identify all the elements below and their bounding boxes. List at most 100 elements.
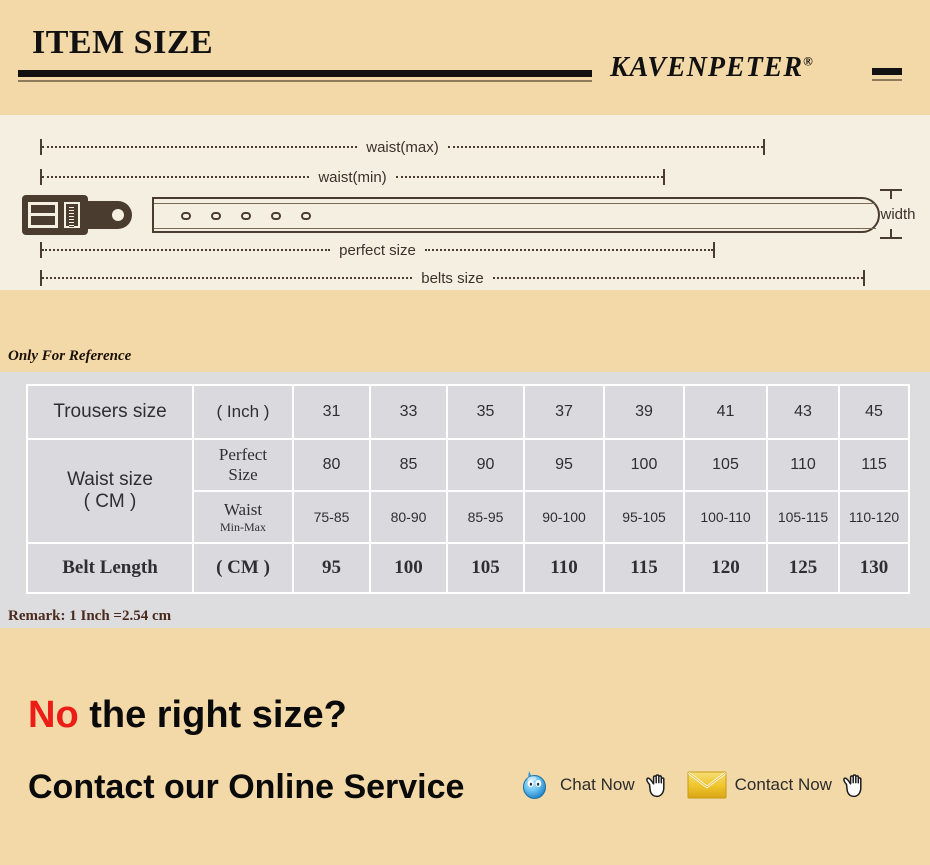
- width-stem-bottom: [890, 229, 892, 237]
- page-header: ITEM SIZE KAVENPETER®: [0, 0, 930, 110]
- row-unit-cm: ( CM ): [192, 542, 294, 594]
- chat-now-button[interactable]: Chat Now: [518, 768, 671, 802]
- size-chart-table: Trousers size ( Inch ) 31 33 35 37 39 41…: [26, 384, 910, 594]
- contact-now-label: Contact Now: [734, 775, 832, 794]
- row-unit-perfect-size: Perfect Size: [192, 438, 294, 492]
- cell-perfect-7: 115: [838, 438, 910, 492]
- dimension-belts-size: belts size: [40, 268, 865, 288]
- brand-logo: KAVENPETER®: [610, 52, 813, 84]
- question-rest: the right size?: [78, 694, 347, 736]
- page-title: ITEM SIZE: [32, 24, 214, 61]
- brand-name: KAVENPETER: [610, 52, 804, 83]
- width-tick-bottom: [880, 237, 902, 239]
- service-buttons: Chat Now Contact Now: [518, 768, 884, 802]
- width-stem-top: [890, 191, 892, 199]
- cell-trousers-7: 45: [838, 384, 910, 440]
- cell-belt-length-4: 115: [603, 542, 685, 594]
- contact-section: No the right size? Contact our Online Se…: [0, 640, 930, 865]
- table-row: Trousers size ( Inch ) 31 33 35 37 39 41…: [26, 384, 910, 440]
- cell-belt-length-1: 100: [369, 542, 448, 594]
- cell-perfect-2: 90: [446, 438, 525, 492]
- cell-waist-range-5: 100-110: [683, 490, 768, 544]
- cell-trousers-0: 31: [292, 384, 371, 440]
- cell-trousers-5: 41: [683, 384, 768, 440]
- pointing-hand-cursor-icon: [840, 770, 868, 800]
- row-header-waist-size: Waist size ( CM ): [26, 438, 194, 544]
- pointing-hand-cursor-icon: [643, 770, 671, 800]
- dimension-waist-max: waist(max): [40, 137, 766, 157]
- header-rule-thin: [18, 80, 592, 82]
- dimension-dotted-line-left: [42, 277, 413, 279]
- question-highlight: No: [28, 694, 79, 736]
- belt-buckle-eyelet: [112, 209, 124, 221]
- cell-perfect-4: 100: [603, 438, 685, 492]
- cell-belt-length-6: 125: [766, 542, 840, 594]
- cell-trousers-6: 43: [766, 384, 840, 440]
- cell-waist-range-1: 80-90: [369, 490, 448, 544]
- belt-measurement-diagram: waist(max) waist(min) perfect size belts…: [0, 115, 930, 290]
- brand-rule-thin: [872, 79, 902, 81]
- cell-perfect-5: 105: [683, 438, 768, 492]
- contact-cta-text: Contact our Online Service: [28, 768, 465, 806]
- row-header-belt-length: Belt Length: [26, 542, 194, 594]
- dimension-end-cap-right: [713, 242, 716, 258]
- belt-buckle-tongue: [84, 201, 132, 229]
- belt-buckle: [22, 195, 88, 235]
- belt-illustration: [22, 195, 880, 235]
- dimension-label-belts-size: belts size: [421, 269, 484, 287]
- belt-hole: [211, 212, 221, 220]
- dimension-dotted-line-left: [42, 146, 358, 148]
- dimension-label-perfect-size: perfect size: [339, 241, 416, 259]
- dimension-dotted-line-right: [395, 176, 663, 178]
- cell-waist-range-6: 105-115: [766, 490, 840, 544]
- waist-size-line2: ( CM ): [83, 491, 137, 512]
- dimension-label-width: width: [880, 206, 916, 223]
- dimension-label-waist-min: waist(min): [318, 168, 387, 186]
- cell-trousers-3: 37: [523, 384, 605, 440]
- registered-trademark-icon: ®: [803, 53, 813, 69]
- table-row: Belt Length ( CM ) 95 100 105 110 115 12…: [26, 542, 910, 594]
- cell-waist-range-0: 75-85: [292, 490, 371, 544]
- cell-perfect-0: 80: [292, 438, 371, 492]
- row-unit-inch: ( Inch ): [192, 384, 294, 440]
- dimension-dotted-line-left: [42, 176, 310, 178]
- cell-belt-length-3: 110: [523, 542, 605, 594]
- dimension-perfect-size: perfect size: [40, 240, 716, 260]
- cell-perfect-6: 110: [766, 438, 840, 492]
- size-table-container: Trousers size ( Inch ) 31 33 35 37 39 41…: [0, 372, 930, 612]
- row-unit-waist-min-max: Waist Min-Max: [192, 490, 294, 544]
- belt-hole: [301, 212, 311, 220]
- dimension-end-cap-right: [863, 270, 865, 286]
- cell-waist-range-3: 90-100: [523, 490, 605, 544]
- dimension-width-indicator: width: [872, 189, 924, 241]
- belt-buckle-bar: [28, 213, 58, 216]
- waist-minmax-line2: Min-Max: [220, 519, 266, 534]
- contact-now-button[interactable]: Contact Now: [687, 770, 868, 800]
- dimension-dotted-line-left: [42, 249, 331, 251]
- dimension-waist-min: waist(min): [40, 167, 665, 187]
- perfect-size-line2: Size: [228, 465, 258, 484]
- belt-hole: [181, 212, 191, 220]
- reference-note: Only For Reference: [8, 348, 132, 364]
- item-size-page: ITEM SIZE KAVENPETER® waist(max) waist(m…: [0, 0, 930, 865]
- cell-perfect-3: 95: [523, 438, 605, 492]
- dimension-dotted-line-right: [424, 249, 714, 251]
- cell-perfect-1: 85: [369, 438, 448, 492]
- envelope-icon: [687, 770, 727, 800]
- waist-size-line1: Waist size: [67, 469, 153, 490]
- perfect-size-line1: Perfect: [218, 445, 268, 464]
- belt-strap-stitching: [154, 203, 876, 229]
- dimension-end-cap-right: [763, 139, 766, 155]
- cell-trousers-1: 33: [369, 384, 448, 440]
- dimension-end-cap-right: [663, 169, 665, 185]
- cell-belt-length-0: 95: [292, 542, 371, 594]
- belt-hole: [241, 212, 251, 220]
- cell-waist-range-7: 110-120: [838, 490, 910, 544]
- belt-strap: [152, 197, 880, 233]
- cell-belt-length-7: 130: [838, 542, 910, 594]
- header-rule-thick: [18, 70, 592, 77]
- no-right-size-question: No the right size?: [28, 696, 347, 734]
- cell-waist-range-4: 95-105: [603, 490, 685, 544]
- cell-trousers-2: 35: [446, 384, 525, 440]
- belt-buckle-prong-teeth: [69, 207, 74, 227]
